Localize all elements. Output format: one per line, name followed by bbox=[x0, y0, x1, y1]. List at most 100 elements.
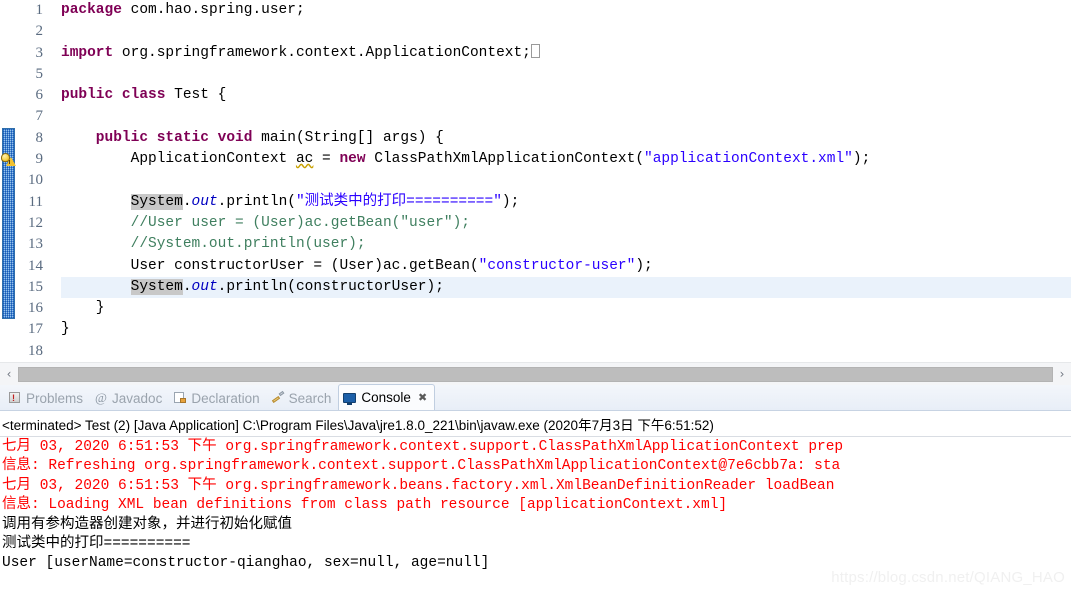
tab-javadoc[interactable]: @ Javadoc bbox=[90, 386, 169, 410]
code-token: package bbox=[61, 2, 131, 18]
code-line[interactable] bbox=[61, 21, 1071, 42]
tab-label: Declaration bbox=[191, 390, 260, 406]
code-token: . bbox=[182, 278, 192, 295]
tab-declaration[interactable]: Declaration bbox=[169, 386, 266, 410]
code-token: = bbox=[313, 151, 340, 168]
console-line: 七月 03, 2020 6:51:53 下午 org.springframewo… bbox=[2, 439, 844, 455]
code-line[interactable]: public static void main(String[] args) { bbox=[61, 128, 1071, 149]
code-token: import bbox=[61, 44, 122, 61]
code-token: public class bbox=[61, 87, 175, 104]
code-line[interactable]: //User user = (User)ac.getBean("user"); bbox=[61, 213, 1071, 234]
code-line[interactable]: User constructorUser = (User)ac.getBean(… bbox=[61, 256, 1071, 277]
console-line: 信息: Refreshing org.springframework.conte… bbox=[2, 458, 841, 475]
code-token: .println( bbox=[217, 193, 296, 210]
declaration-icon bbox=[173, 391, 187, 405]
tab-search[interactable]: Search bbox=[267, 386, 339, 410]
warning-bulb-icon[interactable] bbox=[0, 151, 16, 167]
code-token: User constructorUser = (User)ac.getBean( bbox=[61, 257, 479, 274]
line-number: 6 bbox=[35, 87, 44, 104]
line-number-ruler: 1 2 3 5 6 7 8 9 10 11 12 13 14 15 16 17 18 bbox=[17, 0, 55, 362]
bottom-view-panel: Problems @ Javadoc Declaration Search Console… bbox=[0, 384, 1071, 592]
code-token: "applicationContext.xml" bbox=[644, 151, 853, 168]
problems-icon bbox=[8, 391, 22, 405]
code-token: new bbox=[339, 151, 375, 168]
code-token: } bbox=[61, 321, 70, 338]
code-token: ); bbox=[852, 151, 871, 168]
tab-console[interactable]: Console ✖ bbox=[338, 384, 436, 410]
console-line: 调用有参构造器创建对象，并进行初始化赋值 bbox=[2, 516, 292, 533]
line-number: 3 bbox=[17, 43, 55, 64]
tab-label: Console bbox=[361, 390, 411, 405]
tab-label: Search bbox=[288, 390, 332, 406]
line-number: 5 bbox=[35, 65, 44, 82]
line-number: 2 bbox=[35, 23, 44, 40]
line-number: 10 bbox=[28, 172, 43, 189]
tab-problems[interactable]: Problems bbox=[4, 386, 90, 410]
console-icon bbox=[343, 391, 357, 405]
close-icon[interactable]: ✖ bbox=[418, 391, 427, 404]
line-number: 15 bbox=[28, 278, 43, 295]
line-number: 9 bbox=[35, 151, 44, 168]
console-launch-header: <terminated> Test (2) [Java Application]… bbox=[0, 411, 1071, 437]
line-number: 8 bbox=[17, 128, 55, 149]
line-number: 1 bbox=[35, 2, 44, 18]
code-line[interactable]: System.out.println(constructorUser); bbox=[61, 276, 1071, 299]
code-line[interactable]: } bbox=[61, 298, 1071, 319]
scroll-right-arrow-icon[interactable]: › bbox=[1053, 367, 1071, 381]
code-token: //User user = (User)ac.getBean("user"); bbox=[61, 214, 470, 231]
line-number: 12 bbox=[28, 214, 43, 231]
code-line[interactable] bbox=[61, 64, 1071, 85]
code-token: } bbox=[61, 300, 105, 317]
line-number: 7 bbox=[35, 108, 44, 125]
console-line: 信息: Loading XML bean definitions from cl… bbox=[2, 497, 728, 514]
javadoc-icon: @ bbox=[95, 390, 108, 405]
line-number: 16 bbox=[28, 300, 43, 317]
scrollbar-thumb[interactable] bbox=[18, 366, 1053, 382]
code-token: Test { bbox=[174, 87, 227, 104]
eclipse-ide-window: 1 2 3 5 6 7 8 9 10 11 12 13 14 15 16 17 18 package com.h… bbox=[0, 0, 1071, 592]
console-line: 七月 03, 2020 6:51:53 下午 org.springframewo… bbox=[2, 477, 835, 494]
line-number: 13 bbox=[28, 236, 43, 253]
warning-triangle-glyph bbox=[6, 157, 16, 167]
line-number: 17 bbox=[28, 321, 43, 338]
code-token: //System.out.println(user); bbox=[61, 236, 366, 253]
code-line[interactable]: package com.hao.spring.user; bbox=[61, 0, 1071, 21]
code-line[interactable] bbox=[61, 341, 1071, 362]
code-line[interactable]: //System.out.println(user); bbox=[61, 234, 1071, 255]
editor-body: 1 2 3 5 6 7 8 9 10 11 12 13 14 15 16 17 18 package com.h… bbox=[0, 0, 1071, 362]
code-line[interactable]: } bbox=[61, 319, 1071, 340]
console-line: 测试类中的打印========== bbox=[2, 536, 191, 553]
scrollbar-track[interactable] bbox=[18, 366, 1053, 382]
editor-horizontal-scrollbar[interactable]: ‹ › bbox=[0, 362, 1071, 385]
code-token: com.hao.spring.user; bbox=[130, 2, 305, 18]
code-token: "测试类中的打印==========" bbox=[295, 193, 502, 210]
code-token: System bbox=[130, 193, 183, 210]
annotation-marker-bar[interactable] bbox=[0, 0, 17, 362]
code-line[interactable]: System.out.println("测试类中的打印=========="); bbox=[61, 192, 1071, 213]
line-number: 18 bbox=[28, 342, 43, 359]
code-line[interactable] bbox=[61, 106, 1071, 127]
folding-column[interactable] bbox=[45, 0, 57, 362]
console-output[interactable]: 七月 03, 2020 6:51:53 下午 org.springframewo… bbox=[0, 437, 1071, 574]
code-line[interactable] bbox=[61, 170, 1071, 191]
text-caret: ​ bbox=[530, 43, 540, 58]
code-line[interactable]: public class Test { bbox=[61, 85, 1071, 106]
code-token: .println(constructorUser); bbox=[217, 278, 444, 295]
code-line[interactable]: import org.springframework.context.Appli… bbox=[61, 43, 1071, 64]
java-editor: 1 2 3 5 6 7 8 9 10 11 12 13 14 15 16 17 18 package com.h… bbox=[0, 0, 1071, 385]
tab-label: Javadoc bbox=[112, 390, 163, 406]
code-token: ); bbox=[501, 193, 520, 210]
code-line[interactable]: ApplicationContext ac = new ClassPathXml… bbox=[61, 149, 1071, 170]
code-token: "constructor-user" bbox=[478, 257, 636, 274]
code-token: out bbox=[191, 278, 218, 295]
scroll-left-arrow-icon[interactable]: ‹ bbox=[0, 367, 18, 381]
view-tab-bar: Problems @ Javadoc Declaration Search Console… bbox=[0, 384, 1071, 411]
code-text-area[interactable]: package com.hao.spring.user; import org.… bbox=[57, 0, 1071, 362]
code-token: main(String[] args) { bbox=[261, 129, 444, 146]
code-token: ClassPathXmlApplicationContext( bbox=[374, 151, 645, 168]
line-number: 11 bbox=[28, 193, 43, 210]
code-token: . bbox=[182, 193, 192, 210]
warning-exclamation-glyph bbox=[9, 160, 10, 165]
code-token: ); bbox=[635, 257, 653, 274]
